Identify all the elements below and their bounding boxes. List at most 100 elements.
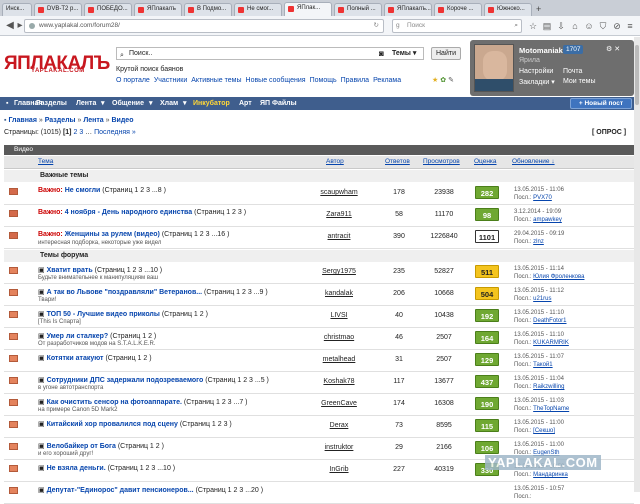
last-poster-link[interactable]: TheTopName xyxy=(533,406,569,412)
menu-item-files[interactable]: ЯП Файлы xyxy=(260,97,297,110)
home-icon[interactable]: ⌂ xyxy=(570,20,580,32)
topic-author[interactable]: GreenCave xyxy=(304,400,374,407)
browser-tab[interactable]: В Подмо... xyxy=(184,3,232,16)
browser-tab[interactable]: Не смог... xyxy=(234,3,282,16)
find-button[interactable]: Найти xyxy=(431,47,461,60)
topic-link[interactable]: Как очистить сенсор на фотоаппарате. xyxy=(47,399,182,406)
menu-item-chat[interactable]: Общение xyxy=(112,97,144,110)
topic-pages[interactable]: (Страниц 1 2 3 ...16 ) xyxy=(162,231,230,238)
last-poster-link[interactable]: Юлия Фроленкова xyxy=(533,274,584,280)
col-updated[interactable]: Обновление ↓ xyxy=(512,158,555,165)
topic-pages[interactable]: (Страниц 1 2 3 ...10 ) xyxy=(95,267,163,274)
topic-author[interactable]: scaupwham xyxy=(304,189,374,196)
menu-item-feed-arrow[interactable]: ▾ xyxy=(101,97,105,110)
topic-link[interactable]: Не взяла деньги. xyxy=(47,465,106,472)
close-icon[interactable]: ✕ xyxy=(614,46,620,53)
topic-link[interactable]: Котятки атакуют xyxy=(47,355,104,362)
link-active-topics[interactable]: Активные темы xyxy=(191,77,241,84)
topic-pages[interactable]: (Страниц 1 2 3 ...20 ) xyxy=(196,487,264,494)
new-post-button[interactable]: + Новый пост xyxy=(570,98,632,109)
search-icon[interactable]: ⌕ xyxy=(514,20,518,32)
topic-pages[interactable]: (Страниц 1 2 ) xyxy=(110,333,156,340)
star-icon[interactable]: ☆ xyxy=(528,20,538,32)
topic-author[interactable]: InGrib xyxy=(304,466,374,473)
link-new-messages[interactable]: Новые сообщения xyxy=(246,77,306,84)
topic-author[interactable]: metalhead xyxy=(304,356,374,363)
page-scrollbar[interactable] xyxy=(634,37,640,492)
chat-icon[interactable]: ☺ xyxy=(584,20,594,32)
leaf-icon[interactable]: ✿ xyxy=(440,77,446,84)
star-icon[interactable]: ★ xyxy=(432,77,438,84)
user-mail-link[interactable]: Почта xyxy=(563,68,582,75)
topic-link[interactable]: Велобайкер от Бога xyxy=(47,443,116,450)
col-answers[interactable]: Ответов xyxy=(385,158,410,165)
topic-link[interactable]: Депутат-"Единорос" давит пенсионеров... xyxy=(47,487,194,494)
link-members[interactable]: Участники xyxy=(154,77,187,84)
url-bar[interactable]: www.yaplakal.com/forum28/ ↻ xyxy=(24,19,384,33)
breadcrumb-home[interactable]: Главная xyxy=(8,117,36,124)
browser-search-input[interactable]: g Поиск ⌕ xyxy=(392,19,522,33)
page-last[interactable]: Последняя » xyxy=(94,129,136,136)
link-rules[interactable]: Правила xyxy=(341,77,369,84)
topic-author[interactable]: kandalak xyxy=(304,290,374,297)
search-scope-select[interactable]: Темы ▾ xyxy=(392,48,416,59)
topic-author[interactable]: Derax xyxy=(304,422,374,429)
col-views[interactable]: Просмотров xyxy=(423,158,460,165)
home-icon[interactable]: ▪ xyxy=(6,97,8,110)
page-link-3[interactable]: 3 xyxy=(79,129,83,136)
topic-author[interactable]: Koshak78 xyxy=(304,378,374,385)
last-poster-link[interactable]: zlnz xyxy=(533,239,544,245)
gear-icon[interactable]: ⚙ xyxy=(606,46,612,53)
topic-author[interactable]: Sergy1975 xyxy=(304,268,374,275)
scrollbar-thumb[interactable] xyxy=(635,45,639,105)
topic-author[interactable]: christmao xyxy=(304,334,374,341)
menu-item-incubator[interactable]: Инкубатор xyxy=(193,97,230,110)
browser-tab[interactable]: ЯПлакалъ... xyxy=(384,3,432,16)
last-poster-link[interactable]: [Секшо] xyxy=(533,428,555,434)
browser-tab[interactable]: Полный ... xyxy=(334,3,382,16)
topic-pages[interactable]: (Страниц 1 2 3 ...9 ) xyxy=(204,289,268,296)
last-poster-link[interactable]: KUKARMRIK xyxy=(533,340,569,346)
last-poster-link[interactable]: DeathFotor1 xyxy=(533,318,566,324)
username[interactable]: Motomaniak xyxy=(519,46,563,55)
topic-pages[interactable]: (Страниц 1 2 3 ...7 ) xyxy=(184,399,248,406)
reading-list-icon[interactable]: ▤ xyxy=(542,20,552,32)
menu-icon[interactable]: ≡ xyxy=(625,20,635,32)
topic-author[interactable]: instruktor xyxy=(304,444,374,451)
topic-pages[interactable]: (Страниц 1 2 ) xyxy=(162,311,208,318)
menu-item-junk[interactable]: Хлам xyxy=(160,97,178,110)
topic-pages[interactable]: (Страниц 1 2 3 ) xyxy=(180,421,232,428)
last-poster-link[interactable]: Raikzwilling xyxy=(533,384,564,390)
camera-icon[interactable]: ◙ xyxy=(379,48,384,59)
browser-tab[interactable]: DVB-T2 р... xyxy=(34,3,82,16)
topic-pages[interactable]: (Страниц 1 2 3 ...5 ) xyxy=(205,377,269,384)
poll-link[interactable]: [ ОПРОС ] xyxy=(592,129,626,136)
topic-link[interactable]: ТОП 50 - Лучшие видео приколы xyxy=(47,311,160,318)
last-poster-link[interactable]: PVX70 xyxy=(533,195,552,201)
topic-pages[interactable]: (Страниц 1 2 3 ...8 ) xyxy=(102,187,166,194)
new-tab-icon[interactable]: + xyxy=(536,3,548,16)
menu-item-feed[interactable]: Лента xyxy=(76,97,96,110)
topic-link[interactable]: Умер ли сталкер? xyxy=(47,333,109,340)
avatar[interactable] xyxy=(474,44,514,92)
site-search-input[interactable]: ⌕ Поиск.. ◙ Темы ▾ xyxy=(116,47,424,60)
last-poster-link[interactable]: Мандаринка xyxy=(533,472,568,478)
topic-link[interactable]: Не смогли xyxy=(65,187,101,194)
topic-link[interactable]: 4 ноября - День народного единства xyxy=(65,209,192,216)
topic-pages[interactable]: (Страниц 1 2 ) xyxy=(118,443,164,450)
col-author[interactable]: Автор xyxy=(326,158,344,165)
user-my-topics-link[interactable]: Мои темы xyxy=(563,78,596,85)
topic-pages[interactable]: (Страниц 1 2 3 ) xyxy=(194,209,246,216)
browser-tab[interactable]: ЯПлак... xyxy=(284,2,332,16)
browser-tab[interactable]: Южноко... xyxy=(484,3,532,16)
tag-icon[interactable]: ✎ xyxy=(448,77,454,84)
topic-link[interactable]: А так во Львове "поздравляли" Ветеранов.… xyxy=(47,289,203,296)
menu-item-art[interactable]: Арт xyxy=(239,97,252,110)
block-icon[interactable]: ⊘ xyxy=(612,20,622,32)
browser-tab[interactable]: ЯПлакалъ xyxy=(134,3,182,16)
download-icon[interactable]: ⇩ xyxy=(556,20,566,32)
topic-author[interactable]: antracit xyxy=(304,233,374,240)
col-topic[interactable]: Тема xyxy=(38,158,53,165)
topic-link[interactable]: Хватит врать xyxy=(47,267,93,274)
menu-item-chat-arrow[interactable]: ▾ xyxy=(149,97,153,110)
